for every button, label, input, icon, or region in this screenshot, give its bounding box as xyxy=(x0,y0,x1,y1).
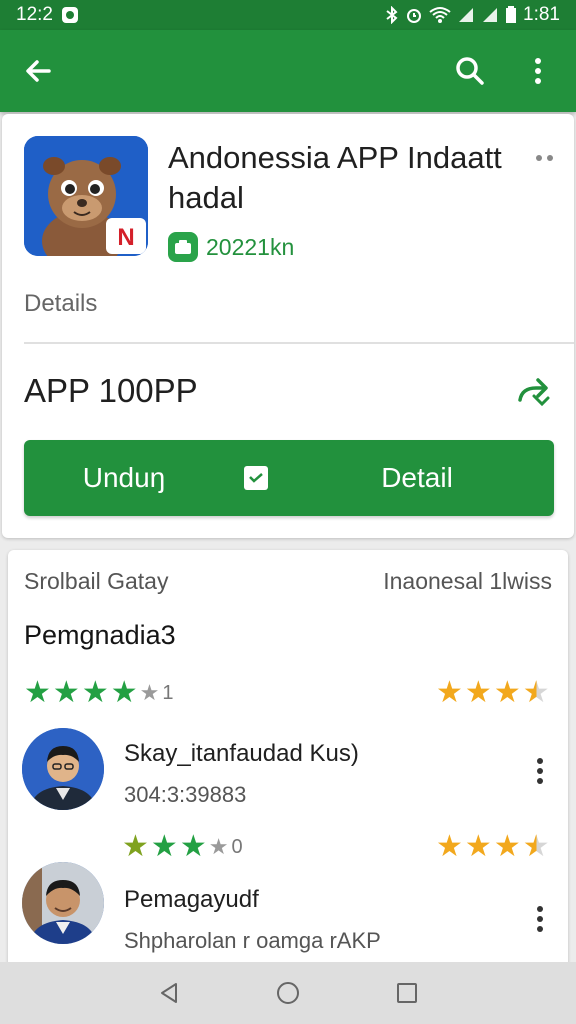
reviews-card: Srolbail Gatay Inaonesal 1lwiss Pemgnadi… xyxy=(8,550,568,1024)
star-icon: ★ xyxy=(208,834,229,859)
review-menu-button[interactable] xyxy=(530,902,550,936)
back-button[interactable] xyxy=(14,47,62,95)
search-icon xyxy=(456,57,484,85)
star-icon: ★ xyxy=(150,830,178,863)
app-overflow-button[interactable] xyxy=(532,148,560,168)
app-size: 20221kn xyxy=(206,233,295,260)
star-icon: ★ xyxy=(493,676,521,709)
summary-count: 1 xyxy=(162,681,174,704)
message-icon xyxy=(244,466,268,490)
recents-square-icon xyxy=(396,983,417,1003)
star-icon: ★ xyxy=(436,830,463,863)
reviewer-meta: Shpharolan r oamga rAKP xyxy=(124,928,381,953)
review-rating-left: ★ ★ ★ ★ 0 xyxy=(122,832,243,862)
star-icon: ★ xyxy=(464,676,492,709)
divider xyxy=(24,342,574,344)
avatar[interactable] xyxy=(22,862,104,944)
app-price: APP 100PP xyxy=(24,372,198,409)
download-button[interactable]: Unduŋ xyxy=(24,462,224,494)
star-icon: ★ xyxy=(179,830,207,863)
status-time-left: 12:2 xyxy=(16,4,53,25)
star-icon: ★ xyxy=(24,676,51,709)
back-triangle-icon xyxy=(161,983,178,1003)
star-icon: ★ xyxy=(436,676,463,709)
reviews-header-right[interactable]: Inaonesal 1lwiss xyxy=(383,568,552,595)
nav-back-button[interactable] xyxy=(147,971,191,1015)
reviewer-name: Skay_itanfaudad Kus) xyxy=(124,740,359,767)
status-time-right: 1:81 xyxy=(523,4,560,25)
review-menu-button[interactable] xyxy=(530,754,550,788)
system-nav-bar xyxy=(0,962,576,1024)
star-icon: ★ xyxy=(464,830,492,863)
app-bar xyxy=(0,30,576,112)
bluetooth-icon xyxy=(385,6,399,24)
more-vert-icon xyxy=(537,906,543,932)
share-button[interactable] xyxy=(512,370,556,414)
signal-icon-2 xyxy=(481,6,499,24)
status-bar: 12:2 1:81 xyxy=(0,0,576,30)
avatar[interactable] xyxy=(22,728,104,810)
more-vert-icon xyxy=(537,758,543,784)
star-icon: ★ xyxy=(110,676,138,709)
download-size-icon xyxy=(168,232,198,262)
summary-rating-right: ★ ★ ★ ★ xyxy=(436,678,550,708)
app-title: Andonessia APP Indaatt hadal xyxy=(168,140,502,215)
reviews-section-title: Pemgnadia3 xyxy=(24,620,176,650)
arrow-left-icon xyxy=(26,60,51,82)
message-button[interactable] xyxy=(224,465,288,491)
detail-button[interactable]: Detail xyxy=(288,462,554,494)
notification-icon xyxy=(61,6,79,24)
star-icon: ★ xyxy=(81,676,109,709)
action-bar: Unduŋ Detail xyxy=(24,440,554,516)
star-icon: ★ xyxy=(52,676,80,709)
more-vert-icon xyxy=(535,58,541,84)
review-rating-right: ★ ★ ★ ★ xyxy=(436,832,550,862)
app-card: N Andonessia APP Indaatt hadal 20221kn D… xyxy=(2,114,574,538)
details-label[interactable]: Details xyxy=(24,290,97,318)
nav-home-button[interactable] xyxy=(266,971,310,1015)
review-count: 0 xyxy=(231,835,243,858)
battery-icon xyxy=(505,6,517,24)
star-half-icon: ★ xyxy=(522,676,550,709)
star-icon: ★ xyxy=(493,830,521,863)
overflow-menu-button[interactable] xyxy=(514,47,562,95)
reviews-header: Srolbail Gatay Inaonesal 1lwiss xyxy=(24,568,552,595)
star-icon: ★ xyxy=(139,680,160,705)
wifi-icon xyxy=(429,6,451,24)
reviewer-name: Pemagayudf xyxy=(124,886,259,913)
summary-rating-left: ★ ★ ★ ★ ★ 1 xyxy=(24,678,173,708)
nav-recents-button[interactable] xyxy=(385,971,429,1015)
search-button[interactable] xyxy=(446,47,494,95)
alarm-icon xyxy=(405,6,423,24)
star-icon: ★ xyxy=(122,830,149,863)
more-horiz-icon xyxy=(536,155,553,161)
home-circle-icon xyxy=(276,982,299,1004)
reviewer-meta: 304:3:39883 xyxy=(124,782,247,807)
app-size-row: 20221kn xyxy=(168,232,294,262)
app-icon[interactable]: N xyxy=(24,136,148,256)
share-arrow-icon xyxy=(518,378,550,407)
app-icon-badge: N xyxy=(117,224,134,251)
star-half-icon: ★ xyxy=(522,830,550,863)
signal-icon xyxy=(457,6,475,24)
reviews-header-left[interactable]: Srolbail Gatay xyxy=(24,568,168,595)
